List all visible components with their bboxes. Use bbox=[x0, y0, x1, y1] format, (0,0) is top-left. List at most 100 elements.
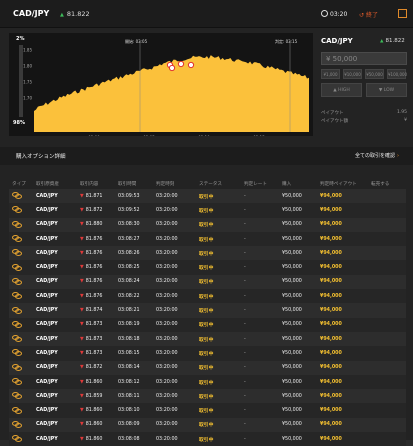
type-cell bbox=[9, 389, 33, 404]
expiry-cell: 03:20:00 bbox=[153, 203, 196, 218]
expiry-cell: 03:20:00 bbox=[153, 303, 196, 318]
pair-cell: CAD/JPY bbox=[33, 203, 77, 218]
payout-cell: ¥94,000 bbox=[317, 403, 368, 418]
payout-amount-value: ¥ bbox=[404, 118, 407, 123]
x-tick-label: 03:00 bbox=[88, 135, 100, 136]
table-row[interactable]: CAD/JPY ▼ 81.860 03:08:08 03:20:00 取引中 - ¥50,00… bbox=[9, 432, 406, 446]
start-label: 開始: 03:05 bbox=[125, 38, 148, 44]
quick-amount-button[interactable]: ¥10,000 bbox=[343, 69, 362, 79]
up-arrow-icon: ▲ bbox=[60, 12, 64, 18]
rate-cell: ▼ 81.859 bbox=[77, 389, 115, 404]
payout-cell: ¥94,000 bbox=[317, 303, 368, 318]
rate-cell: ▼ 81.860 bbox=[77, 432, 115, 446]
payout-cell: ¥94,000 bbox=[317, 217, 368, 232]
amount-cell: ¥50,000 bbox=[279, 289, 317, 304]
column-header: タイプ bbox=[12, 181, 26, 187]
table-row[interactable]: CAD/JPY ▼ 81.876 03:08:22 03:20:00 取引中 - ¥50,00… bbox=[9, 289, 406, 304]
table-row[interactable]: CAD/JPY ▼ 81.874 03:08:21 03:20:00 取引中 - ¥50,00… bbox=[9, 303, 406, 318]
table-row[interactable]: CAD/JPY ▼ 81.876 03:08:24 03:20:00 取引中 - ¥50,00… bbox=[9, 274, 406, 290]
table-row[interactable]: CAD/JPY ▼ 81.876 03:08:26 03:20:00 取引中 - ¥50,00… bbox=[9, 246, 406, 261]
resell-cell bbox=[368, 303, 406, 318]
x-tick-label: 03:15 bbox=[253, 135, 265, 136]
high-low-icon bbox=[12, 220, 22, 228]
table-row[interactable]: CAD/JPY ▼ 81.876 03:08:25 03:20:00 取引中 - ¥50,00… bbox=[9, 260, 406, 275]
rate-cell: ▼ 81.860 bbox=[77, 417, 115, 433]
status-cell: 取引中 bbox=[196, 374, 241, 390]
amount-input[interactable]: ¥ 50,000 bbox=[321, 52, 407, 65]
time-cell: 03:08:11 bbox=[115, 389, 153, 404]
low-button[interactable]: ▼ LOW bbox=[366, 83, 407, 97]
high-low-icon bbox=[12, 363, 22, 371]
type-cell bbox=[9, 317, 33, 332]
high-button[interactable]: ▲ HIGH bbox=[321, 83, 362, 97]
amount-cell: ¥50,000 bbox=[279, 217, 317, 232]
expiry-cell: 03:20:00 bbox=[153, 274, 196, 290]
table-row[interactable]: CAD/JPY ▼ 81.860 03:08:09 03:20:00 取引中 - ¥50,00… bbox=[9, 417, 406, 433]
payout-cell: ¥94,000 bbox=[317, 360, 368, 375]
table-row[interactable]: CAD/JPY ▼ 81.860 03:08:12 03:20:00 取引中 - ¥50,00… bbox=[9, 374, 406, 390]
judge-rate-cell: - bbox=[241, 389, 279, 404]
down-arrow-icon: ▼ bbox=[80, 293, 84, 299]
table-row[interactable]: CAD/JPY ▼ 81.872 03:08:14 03:20:00 取引中 - ¥50,00… bbox=[9, 360, 406, 375]
judge-rate-cell: - bbox=[241, 203, 279, 218]
quick-amount-button[interactable]: ¥50,000 bbox=[365, 69, 384, 79]
status-cell: 取引中 bbox=[196, 317, 241, 332]
table-row[interactable]: CAD/JPY ▼ 81.859 03:08:11 03:20:00 取引中 - ¥50,00… bbox=[9, 389, 406, 404]
trade-marker-icon[interactable] bbox=[177, 60, 185, 68]
expiry-cell: 03:20:00 bbox=[153, 346, 196, 361]
price-chart[interactable]: 81.85 81.80 81.75 81.70 開始: 03:05 判定: 03:15… bbox=[9, 33, 313, 136]
table-row[interactable]: CAD/JPY ▼ 81.871 03:09:53 03:20:00 取引中 - ¥50,00… bbox=[9, 189, 406, 204]
rate-value: 81.860 bbox=[85, 379, 103, 385]
table-row[interactable]: CAD/JPY ▼ 81.872 03:09:52 03:20:00 取引中 - ¥50,00… bbox=[9, 203, 406, 218]
table-row[interactable]: CAD/JPY ▼ 81.873 03:08:15 03:20:00 取引中 - ¥50,00… bbox=[9, 346, 406, 361]
down-arrow-icon: ▼ bbox=[80, 365, 84, 371]
time-cell: 03:08:30 bbox=[115, 217, 153, 232]
resell-cell bbox=[368, 331, 406, 347]
judge-rate-cell: - bbox=[241, 374, 279, 390]
amount-cell: ¥50,000 bbox=[279, 432, 317, 446]
sentiment-high-pct: 2% bbox=[16, 36, 25, 42]
resell-cell bbox=[368, 432, 406, 446]
table-row[interactable]: CAD/JPY ▼ 81.860 03:08:10 03:20:00 取引中 - ¥50,00… bbox=[9, 403, 406, 418]
status-cell: 取引中 bbox=[196, 217, 241, 232]
status-cell: 取引中 bbox=[196, 417, 241, 433]
expiry-cell: 03:20:00 bbox=[153, 246, 196, 261]
quick-amount-button[interactable]: ¥100,000 bbox=[387, 69, 407, 79]
expiry-cell: 03:20:00 bbox=[153, 432, 196, 446]
expiry-cell: 03:20:00 bbox=[153, 403, 196, 418]
down-arrow-icon: ▼ bbox=[80, 236, 84, 242]
end-button[interactable]: ↺ 終了 bbox=[359, 10, 378, 19]
current-rate-value: 81.822 bbox=[66, 10, 90, 18]
expiry-cell: 03:20:00 bbox=[153, 289, 196, 304]
trade-marker-icon[interactable] bbox=[168, 64, 176, 72]
judge-rate-cell: - bbox=[241, 303, 279, 318]
type-cell bbox=[9, 331, 33, 347]
amount-cell: ¥50,000 bbox=[279, 403, 317, 418]
pair-cell: CAD/JPY bbox=[33, 260, 77, 275]
high-low-icon bbox=[12, 406, 22, 414]
down-arrow-icon: ▼ bbox=[80, 308, 84, 314]
quick-amount-button[interactable]: ¥1,000 bbox=[321, 69, 340, 79]
time-cell: 03:08:27 bbox=[115, 231, 153, 247]
high-low-icon bbox=[12, 235, 22, 243]
rate-cell: ▼ 81.871 bbox=[77, 189, 115, 204]
amount-cell: ¥50,000 bbox=[279, 203, 317, 218]
rate-cell: ▼ 81.880 bbox=[77, 217, 115, 232]
fullscreen-icon[interactable] bbox=[398, 9, 407, 18]
table-row[interactable]: CAD/JPY ▼ 81.873 03:08:19 03:20:00 取引中 - ¥50,00… bbox=[9, 317, 406, 332]
chart-svg: 81.8581.8081.7581.70 開始: 03:05 判定: 03:15… bbox=[21, 38, 309, 136]
resell-cell bbox=[368, 317, 406, 332]
down-arrow-icon: ▼ bbox=[80, 379, 84, 385]
resell-cell bbox=[368, 274, 406, 290]
status-cell: 取引中 bbox=[196, 303, 241, 318]
table-row[interactable]: CAD/JPY ▼ 81.876 03:08:27 03:20:00 取引中 - ¥50,00… bbox=[9, 231, 406, 247]
payout-cell: ¥94,000 bbox=[317, 374, 368, 390]
payout-cell: ¥94,000 bbox=[317, 432, 368, 446]
table-row[interactable]: CAD/JPY ▼ 81.873 03:08:18 03:20:00 取引中 - ¥50,00… bbox=[9, 331, 406, 347]
rate-cell: ▼ 81.876 bbox=[77, 289, 115, 304]
trade-marker-icon[interactable] bbox=[187, 61, 195, 69]
payout-amount-label: ペイアウト額 bbox=[321, 119, 348, 124]
view-all-trades-link[interactable]: 全ての取引を確認 › bbox=[355, 152, 399, 159]
table-row[interactable]: CAD/JPY ▼ 81.880 03:08:30 03:20:00 取引中 - ¥50,00… bbox=[9, 217, 406, 232]
payout-cell: ¥94,000 bbox=[317, 289, 368, 304]
